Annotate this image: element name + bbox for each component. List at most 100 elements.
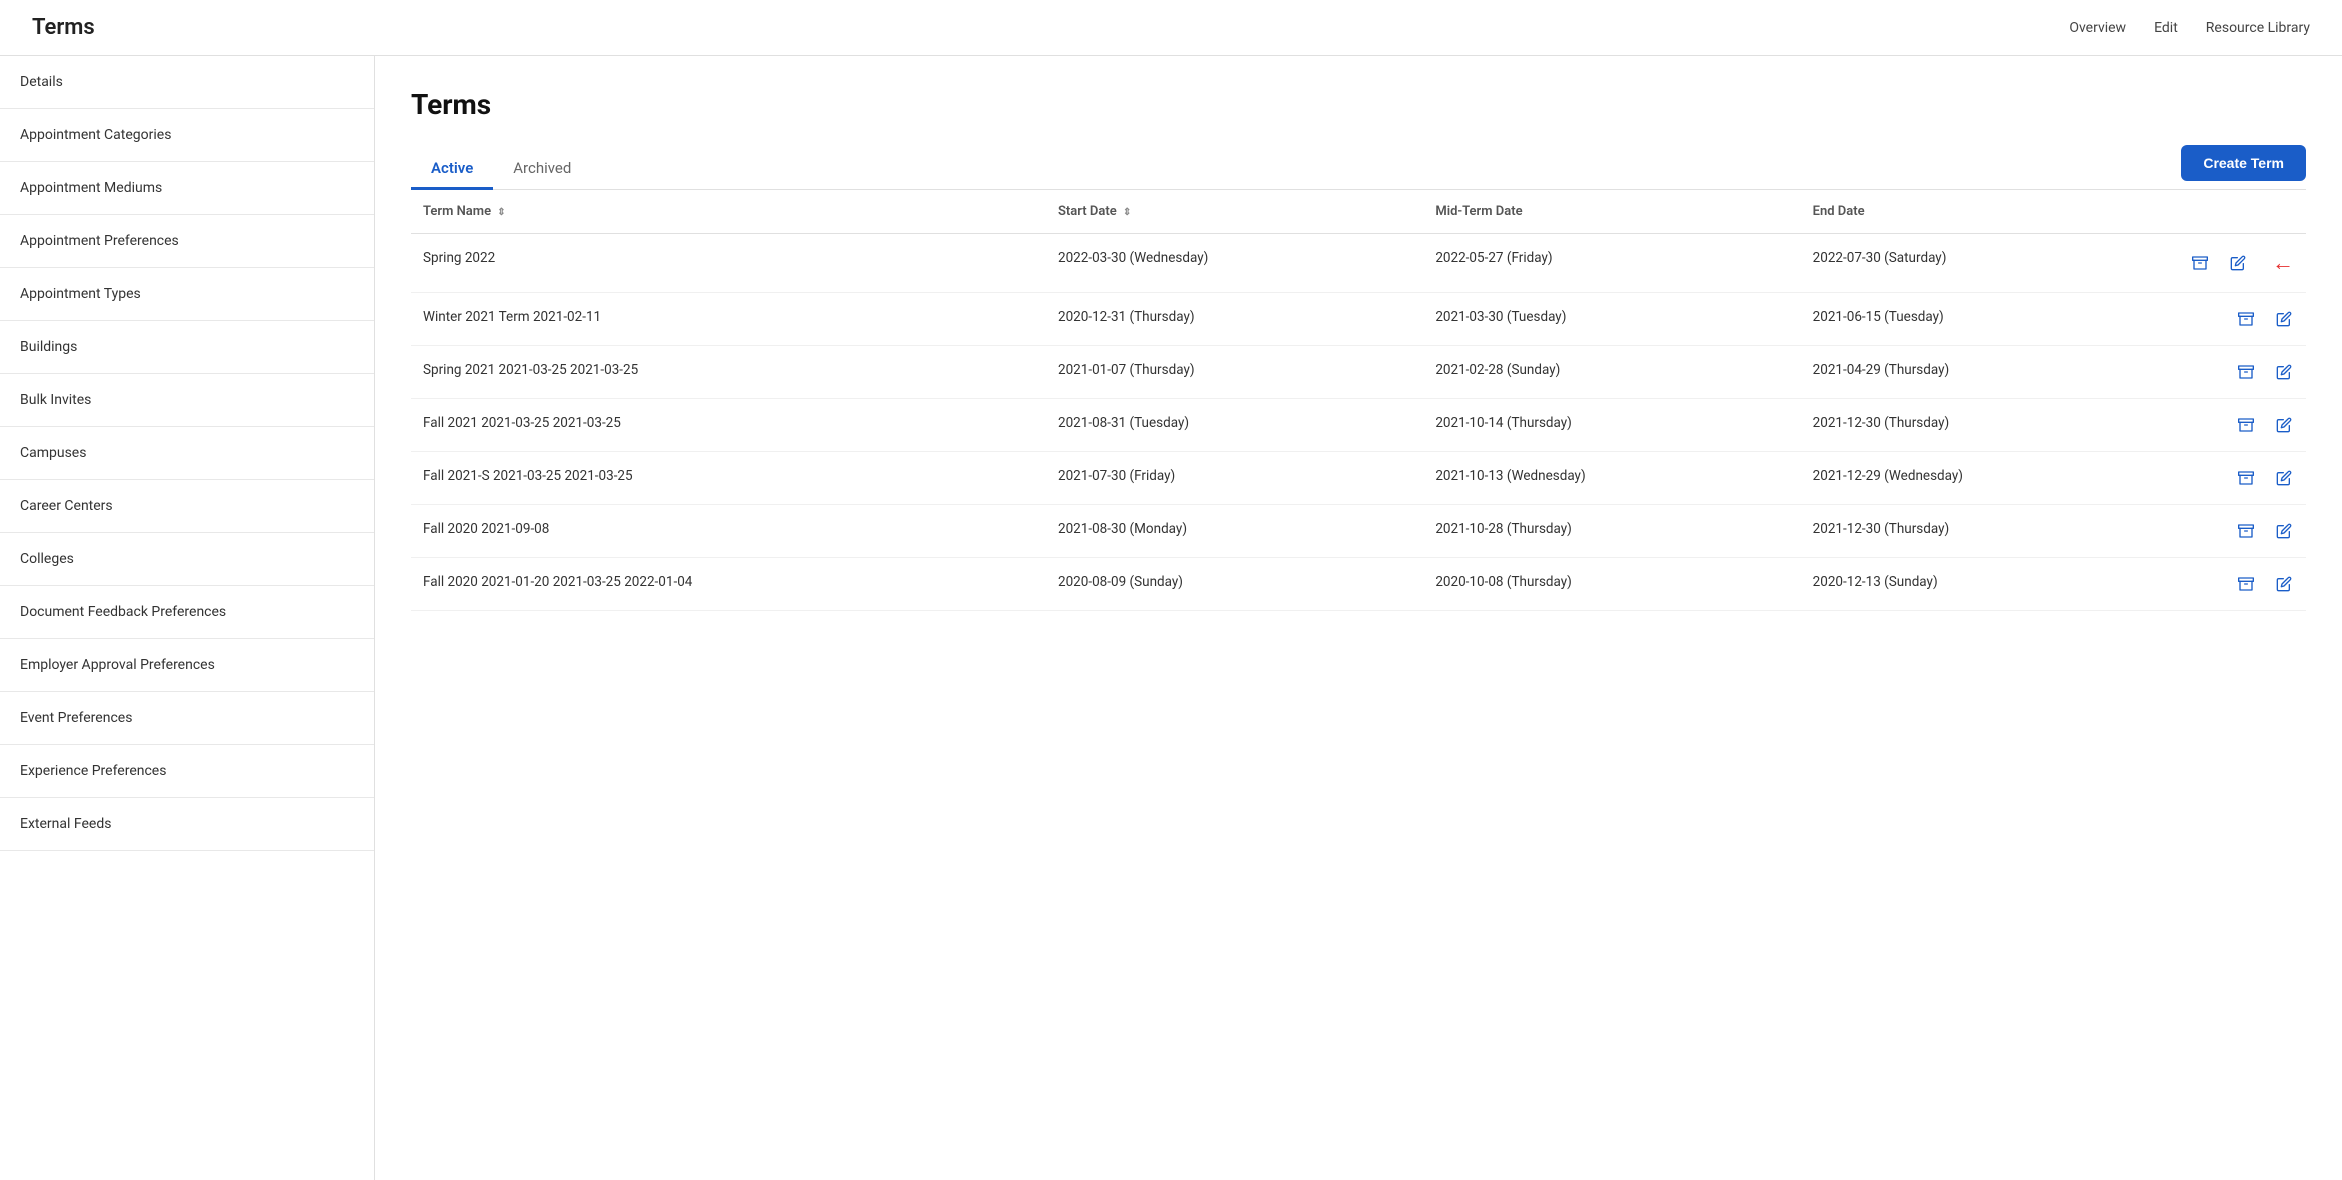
- cell-end-date: 2021-04-29 (Thursday): [1801, 346, 2178, 399]
- edit-button[interactable]: [2274, 362, 2294, 382]
- cell-actions: [2178, 452, 2306, 505]
- archive-button[interactable]: [2236, 468, 2256, 488]
- sidebar-item-experience-preferences[interactable]: Experience Preferences: [0, 745, 374, 798]
- cell-actions: ←: [2178, 234, 2306, 293]
- cell-term-name: Fall 2021 2021-03-25 2021-03-25: [411, 399, 1046, 452]
- nav-overview[interactable]: Overview: [2069, 20, 2126, 36]
- nav-links: Overview Edit Resource Library: [2069, 20, 2310, 36]
- cell-mid-term-date: 2020-10-08 (Thursday): [1423, 558, 1800, 611]
- layout: Details Appointment Categories Appointme…: [0, 56, 2342, 1180]
- edit-button[interactable]: [2228, 253, 2248, 273]
- action-icons: [2190, 309, 2294, 329]
- cell-term-name: Spring 2022: [411, 234, 1046, 293]
- action-icons: [2190, 362, 2294, 382]
- archive-button[interactable]: [2236, 415, 2256, 435]
- sidebar-item-bulk-invites[interactable]: Bulk Invites: [0, 374, 374, 427]
- cell-term-name: Winter 2021 Term 2021-02-11: [411, 293, 1046, 346]
- red-arrow-annotation: ←: [2272, 250, 2294, 276]
- cell-mid-term-date: 2021-03-30 (Tuesday): [1423, 293, 1800, 346]
- table-row: Spring 20222022-03-30 (Wednesday)2022-05…: [411, 234, 2306, 293]
- cell-start-date: 2020-12-31 (Thursday): [1046, 293, 1423, 346]
- cell-end-date: 2021-12-29 (Wednesday): [1801, 452, 2178, 505]
- cell-start-date: 2021-07-30 (Friday): [1046, 452, 1423, 505]
- cell-actions: [2178, 293, 2306, 346]
- cell-end-date: 2022-07-30 (Saturday): [1801, 234, 2178, 293]
- sort-arrow-start-date: ⇕: [1123, 207, 1131, 218]
- action-icons: [2190, 521, 2294, 541]
- cell-start-date: 2021-01-07 (Thursday): [1046, 346, 1423, 399]
- page-title: Terms: [32, 15, 95, 40]
- cell-end-date: 2021-12-30 (Thursday): [1801, 505, 2178, 558]
- table-row: Winter 2021 Term 2021-02-112020-12-31 (T…: [411, 293, 2306, 346]
- cell-mid-term-date: 2022-05-27 (Friday): [1423, 234, 1800, 293]
- cell-actions: [2178, 399, 2306, 452]
- sidebar-item-campuses[interactable]: Campuses: [0, 427, 374, 480]
- sidebar: Details Appointment Categories Appointme…: [0, 56, 375, 1180]
- archive-button[interactable]: [2236, 309, 2256, 329]
- archive-button[interactable]: [2190, 253, 2210, 273]
- main-title: Terms: [411, 88, 2306, 121]
- cell-term-name: Fall 2020 2021-01-20 2021-03-25 2022-01-…: [411, 558, 1046, 611]
- cell-start-date: 2021-08-31 (Tuesday): [1046, 399, 1423, 452]
- cell-end-date: 2020-12-13 (Sunday): [1801, 558, 2178, 611]
- sidebar-item-details[interactable]: Details: [0, 56, 374, 109]
- archive-button[interactable]: [2236, 574, 2256, 594]
- sidebar-item-appointment-mediums[interactable]: Appointment Mediums: [0, 162, 374, 215]
- sidebar-item-employer-approval-preferences[interactable]: Employer Approval Preferences: [0, 639, 374, 692]
- terms-table: Term Name ⇕ Start Date ⇕ Mid-Term Date E…: [411, 190, 2306, 611]
- top-nav: Terms Overview Edit Resource Library: [0, 0, 2342, 56]
- sidebar-item-colleges[interactable]: Colleges: [0, 533, 374, 586]
- archive-button[interactable]: [2236, 521, 2256, 541]
- edit-button[interactable]: [2274, 415, 2294, 435]
- sidebar-item-appointment-types[interactable]: Appointment Types: [0, 268, 374, 321]
- table-row: Fall 2021 2021-03-25 2021-03-252021-08-3…: [411, 399, 2306, 452]
- edit-button[interactable]: [2274, 309, 2294, 329]
- action-icons: ←: [2190, 250, 2294, 276]
- table-row: Fall 2020 2021-09-082021-08-30 (Monday)2…: [411, 505, 2306, 558]
- cell-term-name: Spring 2021 2021-03-25 2021-03-25: [411, 346, 1046, 399]
- nav-resource-library[interactable]: Resource Library: [2206, 20, 2310, 36]
- cell-actions: [2178, 505, 2306, 558]
- sidebar-item-event-preferences[interactable]: Event Preferences: [0, 692, 374, 745]
- sidebar-item-appointment-preferences[interactable]: Appointment Preferences: [0, 215, 374, 268]
- cell-actions: [2178, 558, 2306, 611]
- cell-actions: [2178, 346, 2306, 399]
- archive-button[interactable]: [2236, 362, 2256, 382]
- cell-mid-term-date: 2021-10-13 (Wednesday): [1423, 452, 1800, 505]
- cell-start-date: 2021-08-30 (Monday): [1046, 505, 1423, 558]
- tabs: Active Archived: [411, 149, 591, 189]
- col-term-name[interactable]: Term Name ⇕: [411, 190, 1046, 234]
- edit-button[interactable]: [2274, 521, 2294, 541]
- cell-end-date: 2021-06-15 (Tuesday): [1801, 293, 2178, 346]
- action-icons: [2190, 468, 2294, 488]
- cell-mid-term-date: 2021-10-14 (Thursday): [1423, 399, 1800, 452]
- edit-button[interactable]: [2274, 468, 2294, 488]
- cell-end-date: 2021-12-30 (Thursday): [1801, 399, 2178, 452]
- sidebar-item-appointment-categories[interactable]: Appointment Categories: [0, 109, 374, 162]
- col-start-date[interactable]: Start Date ⇕: [1046, 190, 1423, 234]
- nav-edit[interactable]: Edit: [2154, 20, 2178, 36]
- sidebar-item-document-feedback-preferences[interactable]: Document Feedback Preferences: [0, 586, 374, 639]
- cell-term-name: Fall 2020 2021-09-08: [411, 505, 1046, 558]
- tab-active[interactable]: Active: [411, 149, 493, 190]
- sort-arrow-term-name: ⇕: [497, 207, 505, 218]
- col-mid-term-date: Mid-Term Date: [1423, 190, 1800, 234]
- cell-term-name: Fall 2021-S 2021-03-25 2021-03-25: [411, 452, 1046, 505]
- table-header-row: Term Name ⇕ Start Date ⇕ Mid-Term Date E…: [411, 190, 2306, 234]
- sidebar-item-career-centers[interactable]: Career Centers: [0, 480, 374, 533]
- cell-mid-term-date: 2021-10-28 (Thursday): [1423, 505, 1800, 558]
- sidebar-item-buildings[interactable]: Buildings: [0, 321, 374, 374]
- table-row: Fall 2021-S 2021-03-25 2021-03-252021-07…: [411, 452, 2306, 505]
- table-row: Spring 2021 2021-03-25 2021-03-252021-01…: [411, 346, 2306, 399]
- create-term-button[interactable]: Create Term: [2181, 145, 2306, 181]
- edit-button[interactable]: [2274, 574, 2294, 594]
- tab-archived[interactable]: Archived: [493, 149, 591, 190]
- tabs-row: Active Archived Create Term: [411, 145, 2306, 190]
- cell-start-date: 2020-08-09 (Sunday): [1046, 558, 1423, 611]
- action-icons: [2190, 415, 2294, 435]
- col-actions: [2178, 190, 2306, 234]
- action-icons: [2190, 574, 2294, 594]
- cell-mid-term-date: 2021-02-28 (Sunday): [1423, 346, 1800, 399]
- main-content: Terms Active Archived Create Term Term N…: [375, 56, 2342, 1180]
- sidebar-item-external-feeds[interactable]: External Feeds: [0, 798, 374, 851]
